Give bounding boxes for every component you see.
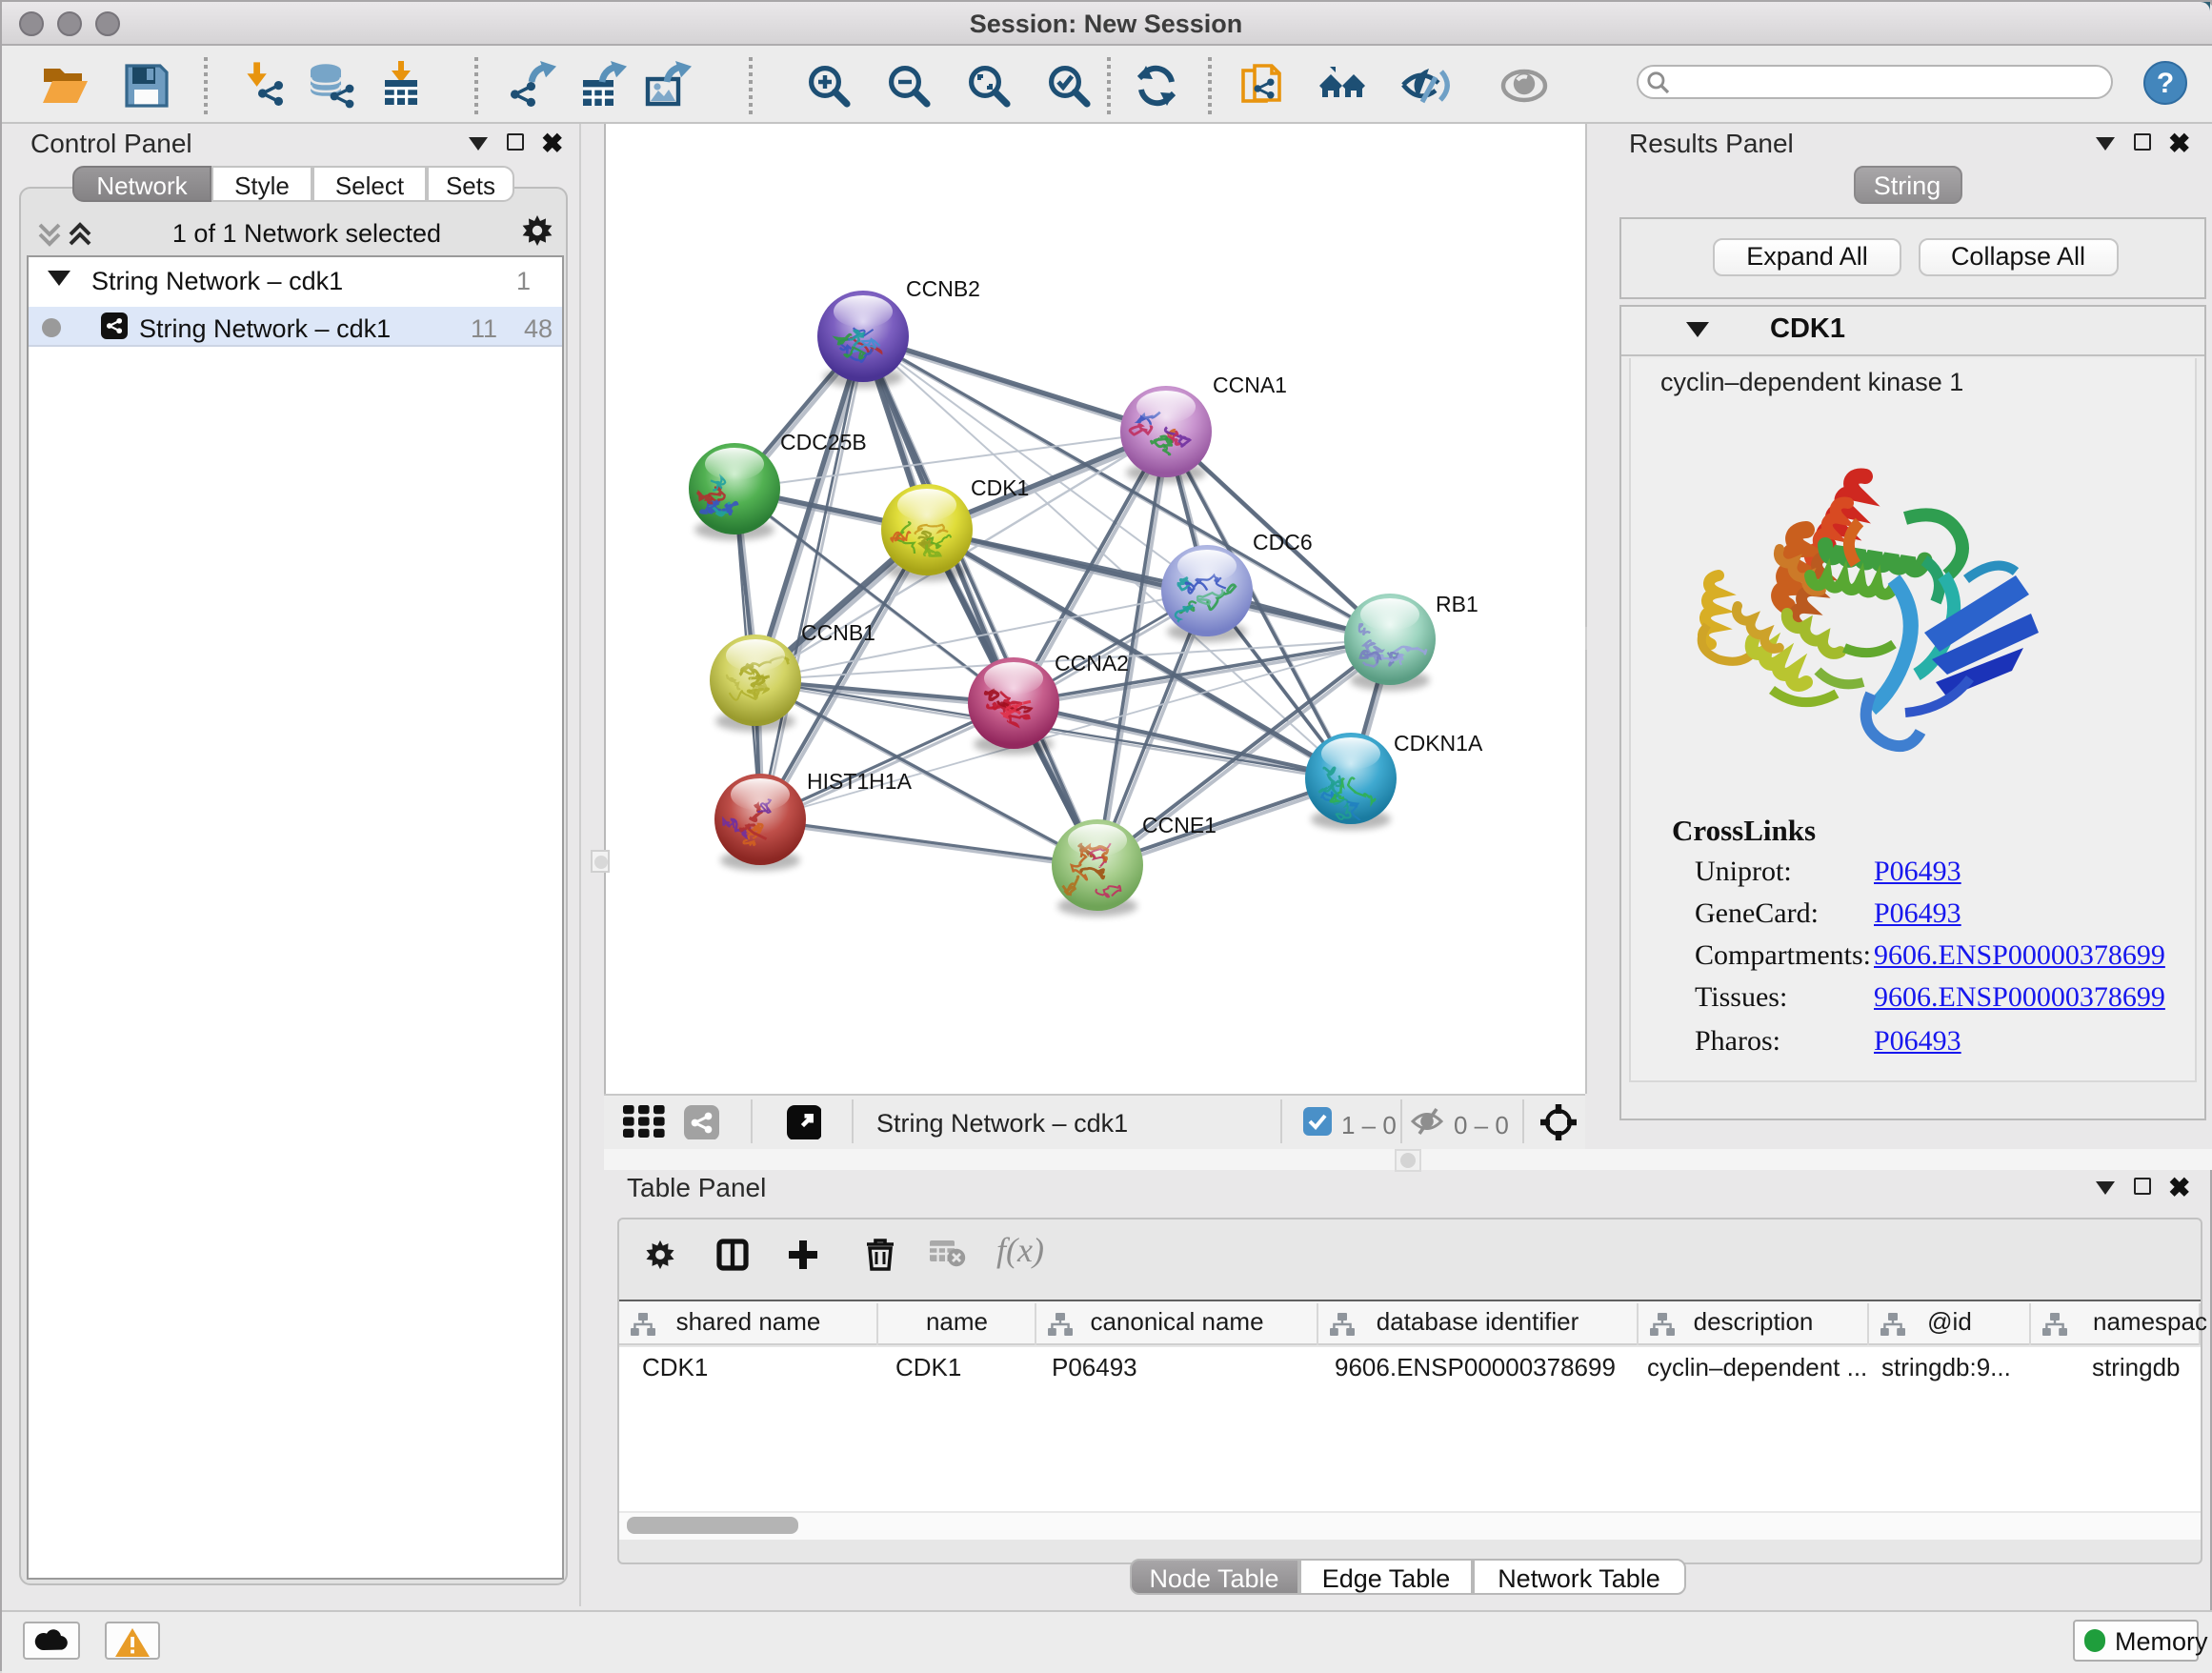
svg-text:CCNB1: CCNB1: [800, 620, 875, 645]
svg-text:CDC25B: CDC25B: [779, 430, 866, 454]
svg-text:HIST1H1A: HIST1H1A: [806, 769, 912, 794]
svg-text:?: ?: [2157, 67, 2174, 98]
svg-text:CDK1: CDK1: [970, 475, 1028, 500]
svg-text:RB1: RB1: [1435, 592, 1478, 616]
svg-text:CDC6: CDC6: [1252, 530, 1312, 554]
svg-text:CCNA1: CCNA1: [1212, 373, 1286, 397]
svg-text:CCNB2: CCNB2: [905, 276, 979, 301]
svg-text:CCNE1: CCNE1: [1141, 813, 1216, 837]
svg-text:CDKN1A: CDKN1A: [1393, 731, 1482, 756]
svg-text:CCNA2: CCNA2: [1054, 651, 1128, 675]
